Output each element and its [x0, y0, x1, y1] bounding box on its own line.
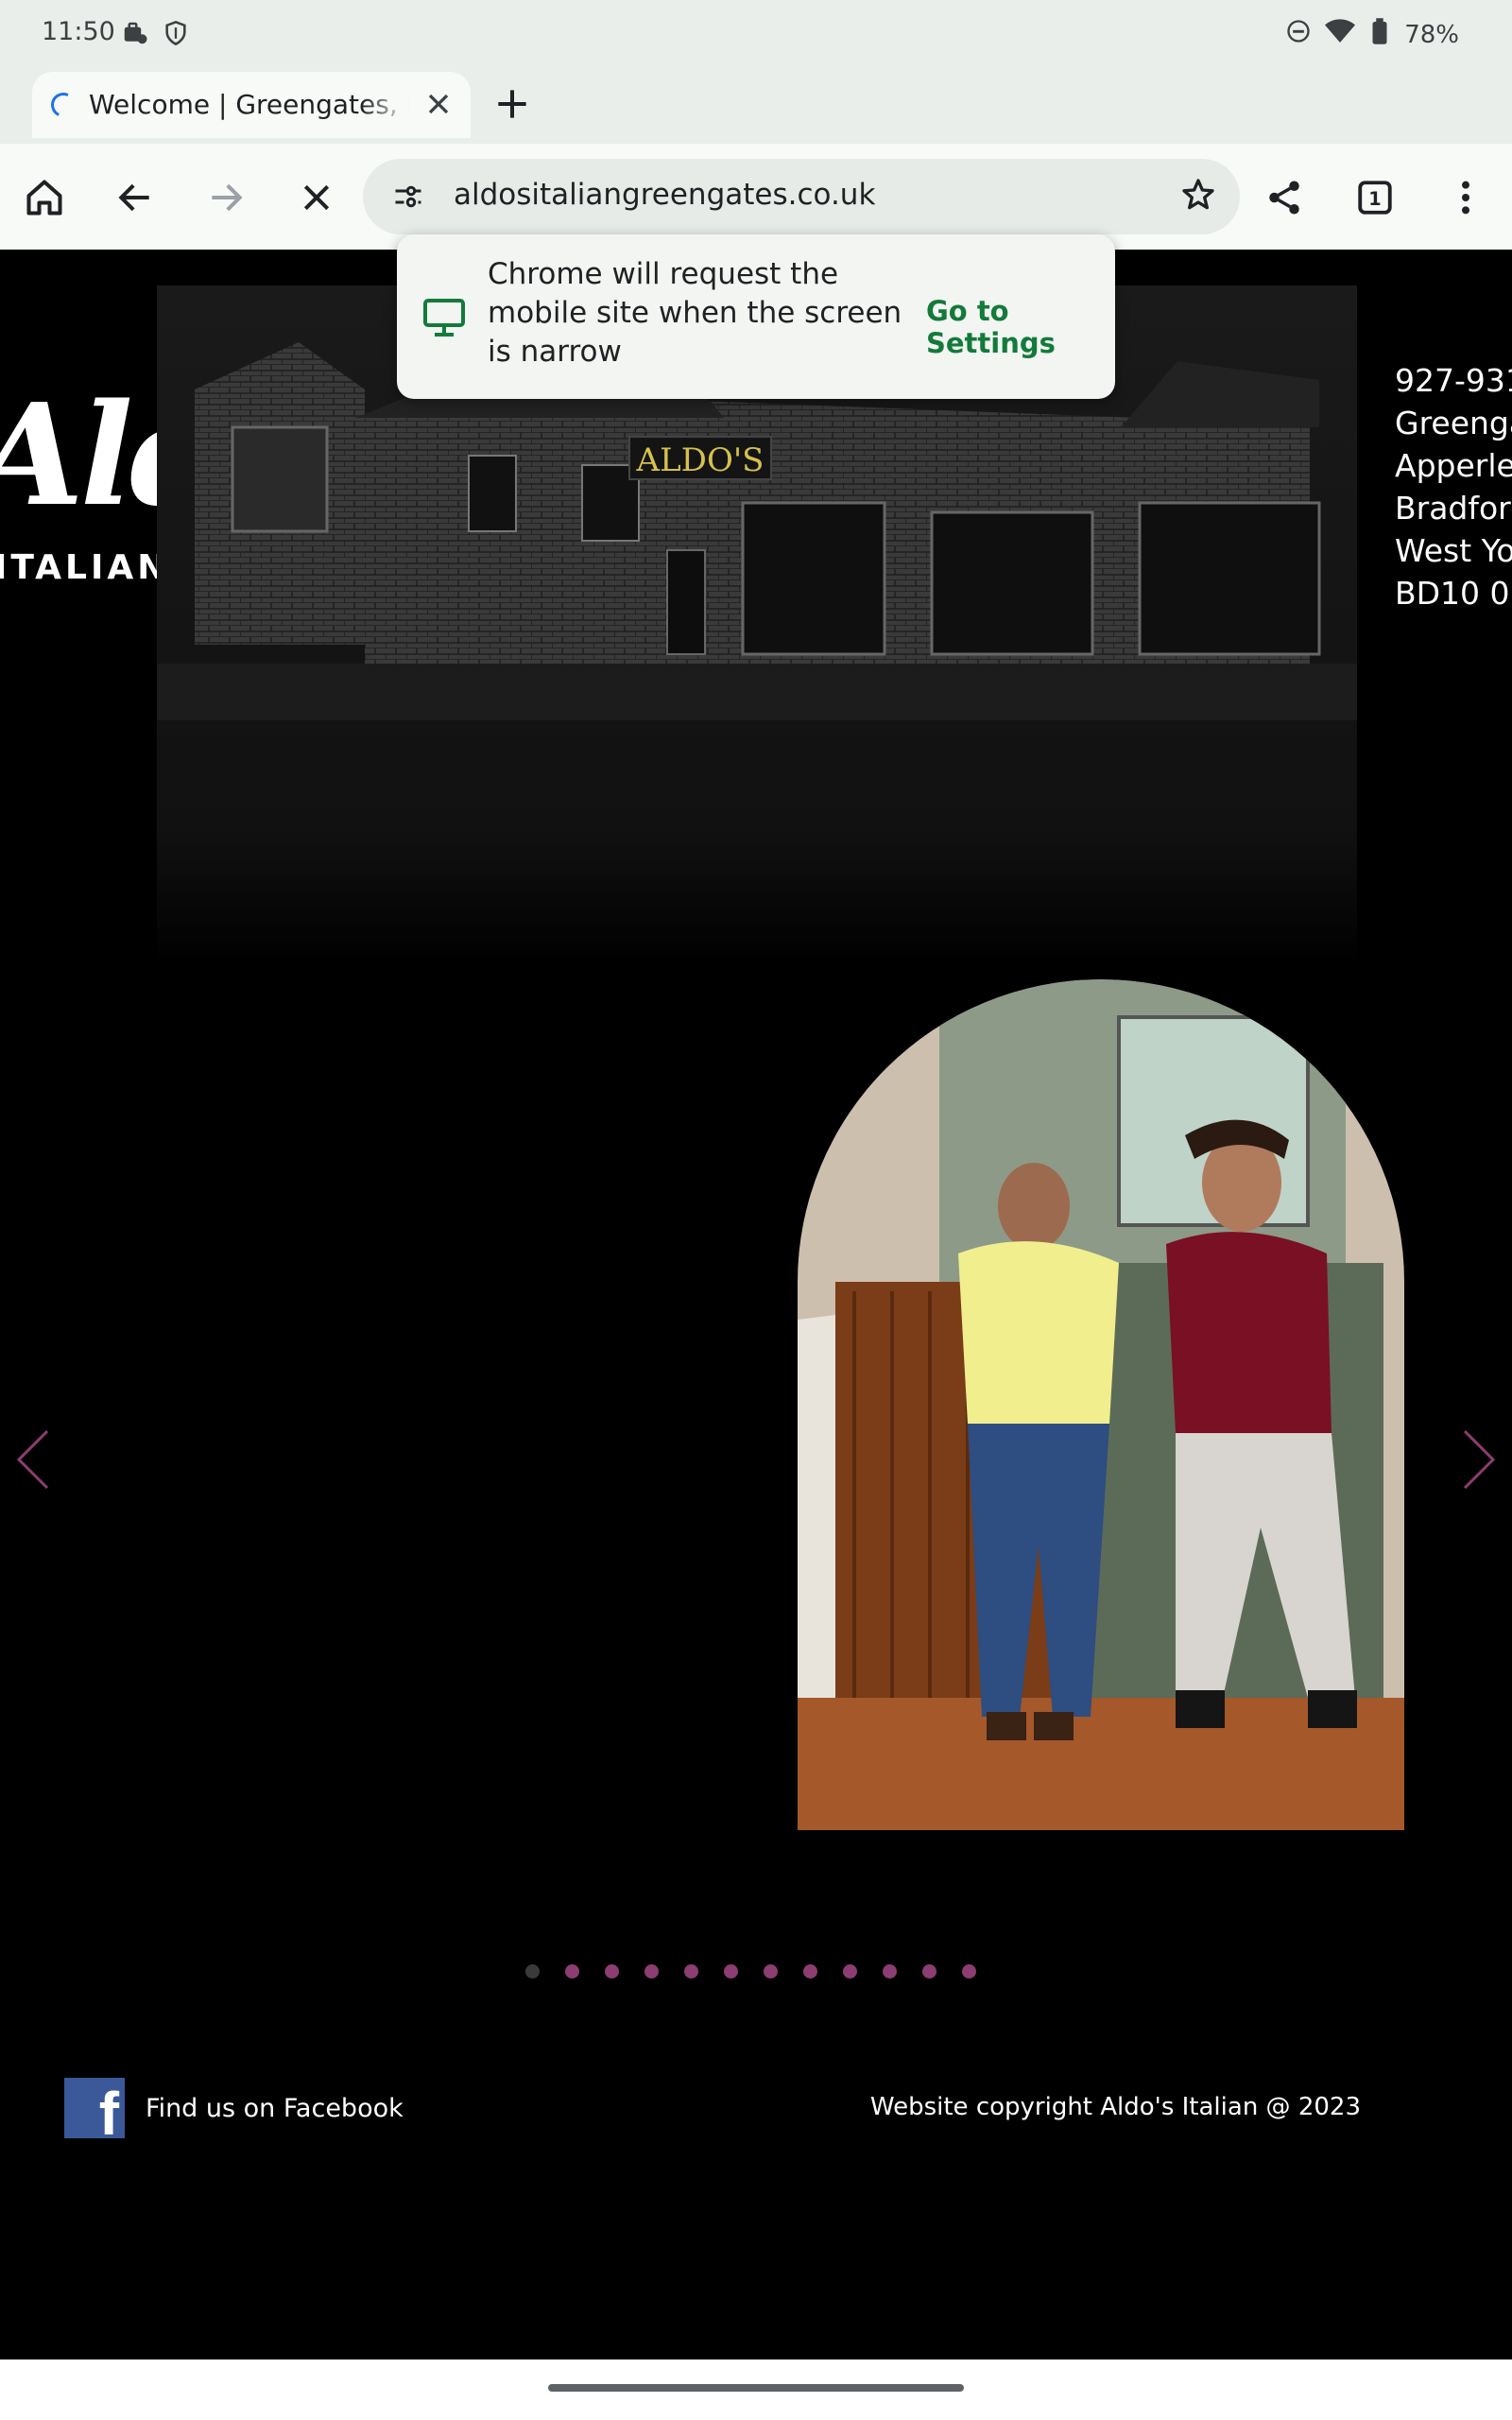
new-tab-icon[interactable] — [491, 83, 533, 125]
facebook-link[interactable]: f Find us on Facebook — [64, 2078, 404, 2144]
carousel-next-icon[interactable] — [1455, 1422, 1503, 1497]
copyright-text: Website copyright Aldo's Italian @ 2023 — [869, 2093, 1361, 2121]
address-line: Bradford — [1395, 490, 1512, 527]
carousel-dots — [525, 1964, 976, 1979]
tab-strip: Welcome | Greengates, Bradford — [0, 68, 1512, 144]
go-to-settings-link[interactable]: Go to Settings — [926, 295, 1115, 359]
address: 927-931 Greengates Apperley Bradford Wes… — [1395, 359, 1512, 614]
svg-text:1: 1 — [1368, 188, 1381, 210]
menu-icon[interactable] — [1442, 174, 1489, 221]
address-line: BD10 0R — [1395, 575, 1512, 612]
logo-subtitle: ITALIAN — [0, 548, 170, 587]
wifi-icon — [1325, 18, 1356, 51]
loading-spinner-icon — [47, 89, 79, 121]
address-line: West Yorkshire — [1395, 532, 1512, 569]
tabs-icon[interactable]: 1 — [1351, 174, 1399, 221]
carousel-dot[interactable] — [764, 1964, 778, 1979]
address-line: Apperley — [1395, 447, 1512, 484]
address-line: Greengates — [1395, 405, 1512, 441]
site-settings-icon[interactable] — [391, 180, 425, 217]
tab-title: Welcome | Greengates, Bradford — [89, 89, 410, 120]
gesture-handle[interactable] — [548, 2384, 964, 2392]
forward-icon[interactable] — [202, 174, 249, 221]
navigation-bar — [0, 2360, 1512, 2420]
carousel-dot[interactable] — [922, 1964, 936, 1979]
carousel-prev-icon[interactable] — [9, 1422, 57, 1497]
battery-icon — [1368, 17, 1391, 52]
url-text: aldositaliangreengates.co.uk — [454, 178, 876, 212]
stop-icon[interactable] — [293, 174, 340, 221]
sign-text: ALDO'S — [636, 441, 765, 479]
shield-icon — [163, 19, 189, 51]
carousel-dot[interactable] — [644, 1964, 659, 1979]
dnd-icon — [1285, 18, 1312, 51]
share-icon[interactable] — [1261, 174, 1308, 221]
carousel-dot[interactable] — [565, 1964, 579, 1979]
address-line: 927-931 — [1395, 362, 1512, 399]
status-time: 11:50 — [42, 17, 115, 46]
carousel-dot[interactable] — [843, 1964, 857, 1979]
carousel-dot[interactable] — [883, 1964, 897, 1979]
browser-tab[interactable]: Welcome | Greengates, Bradford — [32, 72, 471, 138]
monitor-icon — [421, 297, 467, 342]
status-bar: 11:50 78% — [0, 0, 1512, 68]
desktop-site-popup: Chrome will request the mobile site when… — [397, 234, 1115, 399]
star-icon[interactable] — [1179, 176, 1217, 217]
carousel-dot[interactable] — [684, 1964, 698, 1979]
carousel-dot[interactable] — [605, 1964, 619, 1979]
home-icon[interactable] — [21, 174, 68, 221]
address-bar[interactable]: aldositaliangreengates.co.uk — [363, 159, 1240, 234]
battery-level: 78% — [1404, 20, 1459, 49]
facebook-icon[interactable]: f — [64, 2078, 125, 2144]
owners-photo — [798, 979, 1404, 1830]
web-page: Aldo's ITALIAN ALDO'S 927- — [0, 250, 1512, 2360]
carousel-dot[interactable] — [525, 1964, 540, 1979]
back-icon[interactable] — [112, 174, 159, 221]
carousel-dot[interactable] — [803, 1964, 817, 1979]
close-tab-icon[interactable] — [421, 87, 455, 121]
carousel-dot[interactable] — [724, 1964, 738, 1979]
briefcase-icon — [121, 19, 149, 51]
facebook-label[interactable]: Find us on Facebook — [146, 2094, 404, 2123]
carousel-dot[interactable] — [962, 1964, 976, 1979]
popup-message: Chrome will request the mobile site when… — [488, 257, 902, 369]
